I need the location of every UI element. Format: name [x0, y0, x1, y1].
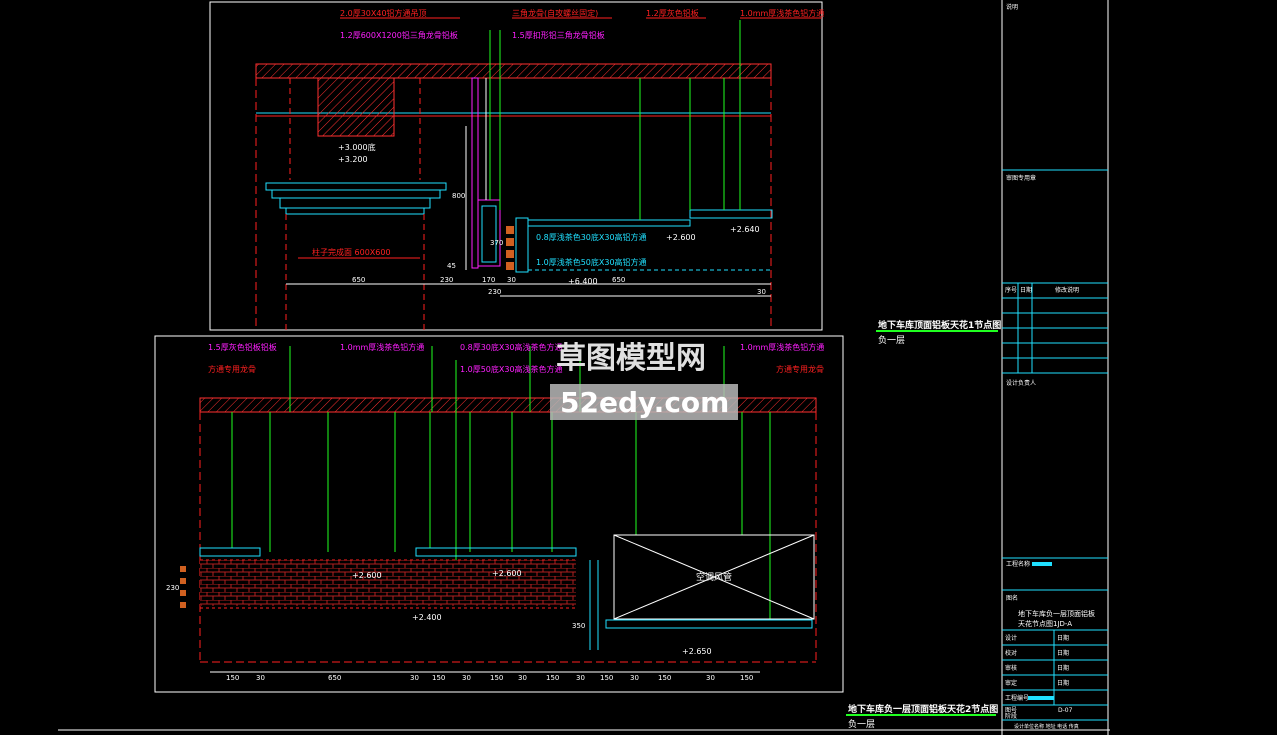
- detail2-subtitle: 负一层: [848, 718, 875, 730]
- dim-vertical: 370: [490, 239, 503, 247]
- tb-role: 审定: [1005, 679, 1017, 687]
- label: 2.0厚30X40铝方通吊顶: [340, 8, 427, 18]
- louver-profiles: [506, 217, 529, 273]
- label: 1.5厚扣形铝三角龙骨铝板: [512, 30, 605, 40]
- detail2-title: 地下车库负一层顶面铝板天花2节点图: [848, 703, 998, 715]
- louver-field: [200, 560, 576, 606]
- column-capital: [265, 182, 447, 215]
- dim-vertical: 230: [166, 584, 179, 592]
- dim: 30: [507, 276, 516, 284]
- dim-vertical: 45: [447, 262, 456, 270]
- dim: 150: [600, 674, 613, 682]
- label: 1.0厚浅茶色50底X30高铝方通: [536, 257, 647, 267]
- label: 1.2厚600X1200铝三角龙骨铝板: [340, 30, 458, 40]
- tb-header: 说明: [1006, 3, 1018, 11]
- tb-role: 审核: [1005, 664, 1017, 672]
- tb-rev-col: 日期: [1020, 286, 1032, 294]
- label: 1.0mm厚浅茶色铝方通: [740, 342, 824, 352]
- beam: [317, 77, 395, 137]
- dim: 650: [352, 276, 365, 284]
- tb-date: 日期: [1057, 664, 1069, 672]
- dim: 30: [757, 288, 766, 296]
- label: 0.8厚30底X30高浅茶色方通: [460, 342, 563, 352]
- tb-footer: 设计单位名称 地址 电话 传真: [1014, 723, 1079, 730]
- dim: 170: [482, 276, 495, 284]
- detail1: 650 230 170 30 650 30 230 800 370 45 2.0…: [255, 8, 824, 330]
- tb-role: 校对: [1005, 649, 1017, 657]
- tb-project-label: 工程名称: [1006, 560, 1030, 568]
- dim: 30: [630, 674, 639, 682]
- dim: 150: [226, 674, 239, 682]
- elevation: +6.400: [568, 277, 598, 286]
- louver-ends: [180, 566, 186, 608]
- dim: 30: [518, 674, 527, 682]
- dim: 30: [706, 674, 715, 682]
- level: +3.000底: [338, 142, 376, 152]
- tb-drawing-name-2: 天花节点图1JD-A: [1018, 619, 1072, 628]
- label: 柱子完成面 600X600: [312, 247, 391, 257]
- tb-role: 设计: [1005, 634, 1017, 642]
- label: 1.0mm厚浅茶色铝方通: [340, 342, 424, 352]
- label: 1.0厚50底X30高浅茶色方通: [460, 364, 563, 374]
- dim: 230: [488, 288, 501, 296]
- label: 1.5厚灰色铝板铝板: [208, 342, 277, 352]
- tb-date: 日期: [1057, 679, 1069, 687]
- dim-vertical: 350: [572, 622, 585, 630]
- dim: 30: [576, 674, 585, 682]
- vent-label: 空调风管: [696, 571, 732, 583]
- detail-titles: 地下车库顶面铝板天花1节点图 负一层 地下车库负一层顶面铝板天花2节点图 负一层: [846, 319, 1001, 730]
- tb-sheet-no: D-07: [1058, 707, 1073, 714]
- elevation: +2.600: [492, 569, 522, 578]
- watermark-cn: 草图模型网: [556, 341, 706, 376]
- dim: 150: [658, 674, 671, 682]
- level: +3.200: [338, 155, 368, 164]
- tb-drawing-name-1: 地下车库负一层顶面铝板: [1018, 609, 1095, 618]
- dim: 150: [490, 674, 503, 682]
- detail1-dimensions: [286, 283, 771, 297]
- elevation: +2.640: [730, 225, 760, 234]
- dim: 650: [328, 674, 341, 682]
- tb-rev-col: 修改说明: [1055, 286, 1079, 294]
- tb-stamp: 审图专用章: [1006, 174, 1036, 182]
- elevation: +2.600: [666, 233, 696, 242]
- label: 1.0mm厚浅茶色铝方通: [740, 8, 824, 18]
- dim: 650: [612, 276, 625, 284]
- tb-project-no: 工程编号: [1005, 694, 1029, 702]
- tb-date: 日期: [1057, 649, 1069, 657]
- cad-drawing-canvas: 650 230 170 30 650 30 230 800 370 45 2.0…: [58, 0, 1110, 735]
- dim: 30: [256, 674, 265, 682]
- label: 0.8厚浅茶色30底X30高铝方通: [536, 232, 647, 242]
- title-block: [1002, 169, 1108, 721]
- tb-phase: 阶段: [1005, 712, 1017, 720]
- tb-date: 日期: [1057, 634, 1069, 642]
- dim: 150: [740, 674, 753, 682]
- dim: 230: [440, 276, 453, 284]
- dim: 30: [462, 674, 471, 682]
- elevation: +2.400: [412, 613, 442, 622]
- dim: 30: [410, 674, 419, 682]
- label: 方通专用龙骨: [208, 364, 256, 374]
- label: 1.2厚灰色铝板: [646, 8, 699, 18]
- detail1-subtitle: 负一层: [878, 334, 905, 346]
- tb-signature: 设计负责人: [1006, 379, 1036, 387]
- tb-drawing-label: 图名: [1006, 594, 1018, 602]
- concrete-slab: [255, 63, 772, 79]
- dim-vertical: 800: [452, 192, 465, 200]
- elevation: +2.650: [682, 647, 712, 656]
- watermark: 草图模型网 52edy.com: [550, 341, 738, 420]
- watermark-url: 52edy.com: [560, 386, 729, 419]
- label: 方通专用龙骨: [776, 364, 824, 374]
- tb-rev-col: 序号: [1005, 286, 1017, 294]
- detail1-title: 地下车库顶面铝板天花1节点图: [878, 319, 1001, 331]
- elevation: +2.600: [352, 571, 382, 580]
- dim: 150: [546, 674, 559, 682]
- dim: 150: [432, 674, 445, 682]
- label: 三角龙骨(自攻螺丝固定): [512, 8, 598, 18]
